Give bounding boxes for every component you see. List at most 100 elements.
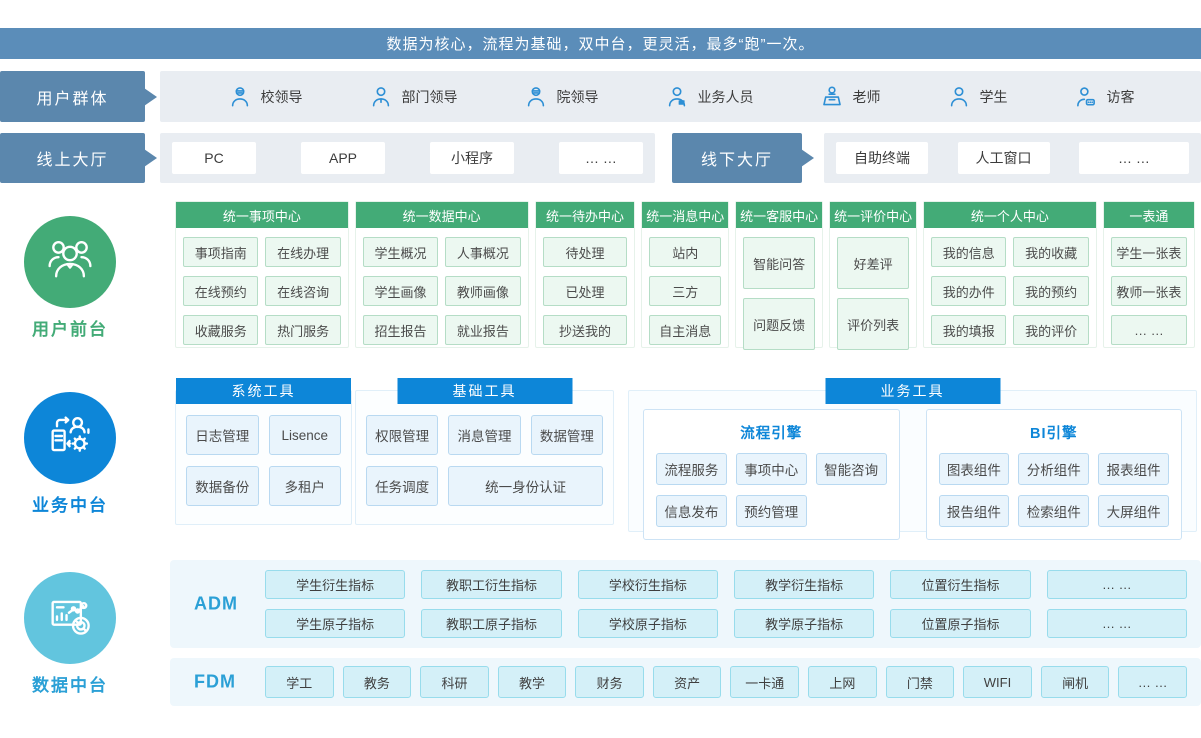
frontend-cell: 站内 [649, 237, 721, 267]
basic-tools-title: 基础工具 [397, 378, 572, 404]
frontend-cell: 学生画像 [363, 276, 438, 306]
adm-cell: 学生原子指标 [265, 609, 405, 638]
frontend-card-title: 一表通 [1104, 202, 1194, 228]
school-leader-icon [227, 84, 253, 110]
online-hall-panel: PCAPP小程序… … [160, 133, 655, 183]
banner: 数据为核心，流程为基础，双中台，更灵活，最多“跑”一次。 [0, 28, 1201, 59]
frontend-card-title: 统一待办中心 [536, 202, 635, 228]
tool-cell: 多租户 [269, 466, 342, 506]
frontend-card-body: 待处理已处理抄送我的 [536, 228, 635, 354]
frontend-card: 统一数据中心学生概况人事概况学生画像教师画像招生报告就业报告 [355, 201, 529, 348]
frontend-cell: 招生报告 [363, 315, 438, 345]
fdm-cell: … … [1118, 666, 1187, 698]
user-group-item: 老师 [819, 84, 881, 110]
hall-box: 自助终端 [836, 142, 928, 174]
user-group-item: 院领导 [523, 84, 599, 110]
user-groups-items: 校领导部门领导院领导业务人员老师学生访客 [160, 71, 1201, 122]
business-section-circle [24, 392, 116, 484]
fdm-label: FDM [194, 672, 236, 693]
basic-tools-panel: 基础工具 权限管理消息管理数据管理任务调度统一身份认证 [355, 390, 614, 525]
engine-cell: 检索组件 [1018, 495, 1089, 527]
fdm-cell: 上网 [808, 666, 877, 698]
data-section-label: 数据中台 [0, 671, 140, 696]
fdm-band: FDM 学工教务科研教学财务资产一卡通上网门禁WIFI闸机… … [170, 658, 1201, 706]
frontend-card-body: 学生概况人事概况学生画像教师画像招生报告就业报告 [356, 228, 528, 354]
fdm-cell: WIFI [963, 666, 1032, 698]
system-tools-grid: 日志管理Lisence数据备份多租户 [176, 391, 351, 518]
fdm-row: 学工教务科研教学财务资产一卡通上网门禁WIFI闸机… … [265, 666, 1187, 698]
adm-cell: 位置原子指标 [890, 609, 1030, 638]
tool-cell: Lisence [269, 415, 342, 455]
hall-box: APP [301, 142, 385, 174]
tool-cell: 数据备份 [186, 466, 259, 506]
frontend-card: 统一消息中心站内三方自主消息 [641, 201, 729, 348]
frontend-card: 统一事项中心事项指南在线办理在线预约在线咨询收藏服务热门服务 [175, 201, 349, 348]
engine-card: 流程引擎流程服务事项中心智能咨询信息发布预约管理 [643, 409, 900, 540]
basic-tools-grid: 权限管理消息管理数据管理任务调度统一身份认证 [356, 391, 613, 518]
frontend-section-circle [24, 216, 116, 308]
online-hall-label-text: 线上大厅 [36, 146, 108, 170]
engine-cell: 大屏组件 [1098, 495, 1169, 527]
frontend-cell: 我的评价 [1013, 315, 1088, 345]
frontend-card-title: 统一事项中心 [176, 202, 348, 228]
adm-label: ADM [194, 594, 238, 615]
adm-cell: 学生衍生指标 [265, 570, 405, 599]
user-group-item: 访客 [1073, 84, 1135, 110]
tool-cell: 统一身份认证 [448, 466, 603, 506]
system-tools-panel: 系统工具 日志管理Lisence数据备份多租户 [175, 390, 352, 525]
user-group-icon [44, 234, 96, 291]
engine-cell: 智能咨询 [816, 453, 887, 485]
engine-cell: 流程服务 [656, 453, 727, 485]
frontend-cell: 在线预约 [183, 276, 258, 306]
adm-cell: 教学衍生指标 [734, 570, 874, 599]
adm-cell: 学校衍生指标 [578, 570, 718, 599]
user-group-label: 老师 [853, 87, 881, 107]
fdm-cell: 教学 [498, 666, 567, 698]
user-group-item: 学生 [946, 84, 1008, 110]
frontend-card-body: 我的信息我的收藏我的办件我的预约我的填报我的评价 [924, 228, 1096, 354]
frontend-cell: 教师一张表 [1111, 276, 1187, 306]
frontend-cell: 就业报告 [445, 315, 520, 345]
frontend-cell: 评价列表 [837, 298, 909, 350]
frontend-section-label: 用户前台 [0, 315, 140, 340]
department-leader-icon [368, 84, 394, 110]
hall-box: … … [559, 142, 643, 174]
engine-cell: 报告组件 [939, 495, 1010, 527]
college-leader-icon [523, 84, 549, 110]
frontend-cell: 已处理 [543, 276, 628, 306]
frontend-cell: 待处理 [543, 237, 628, 267]
chart-board-icon [44, 590, 96, 647]
adm-cell: 教职工原子指标 [421, 609, 561, 638]
hall-box: … … [1079, 142, 1189, 174]
fdm-cell: 一卡通 [730, 666, 799, 698]
online-hall-label: 线上大厅 [0, 133, 145, 183]
fdm-cell: 教务 [343, 666, 412, 698]
user-group-label: 部门领导 [402, 87, 458, 107]
frontend-cell: 学生概况 [363, 237, 438, 267]
engine-cell: 预约管理 [736, 495, 807, 527]
fdm-cell: 科研 [420, 666, 489, 698]
frontend-cell: 教师画像 [445, 276, 520, 306]
frontend-cell: 事项指南 [183, 237, 258, 267]
frontend-cell: 在线办理 [265, 237, 340, 267]
fdm-cell: 门禁 [886, 666, 955, 698]
engine-card: BI引擎图表组件分析组件报表组件报告组件检索组件大屏组件 [926, 409, 1183, 540]
user-group-item: 校领导 [227, 84, 303, 110]
data-section-circle [24, 572, 116, 664]
adm-cell: 教学原子指标 [734, 609, 874, 638]
frontend-card: 统一待办中心待处理已处理抄送我的 [535, 201, 636, 348]
frontend-cell: 我的填报 [931, 315, 1006, 345]
business-tools-panel: 业务工具 流程引擎流程服务事项中心智能咨询信息发布预约管理BI引擎图表组件分析组… [628, 390, 1197, 532]
frontend-card: 一表通学生一张表教师一张表… … [1103, 201, 1195, 348]
tool-cell: 日志管理 [186, 415, 259, 455]
frontend-card-body: 事项指南在线办理在线预约在线咨询收藏服务热门服务 [176, 228, 348, 354]
frontend-card: 统一客服中心智能问答问题反馈 [735, 201, 823, 348]
offline-hall-boxes: 自助终端人工窗口… … [824, 133, 1201, 183]
adm-band: ADM 学生衍生指标教职工衍生指标学校衍生指标教学衍生指标位置衍生指标… …学生… [170, 560, 1201, 648]
adm-row: 学生衍生指标教职工衍生指标学校衍生指标教学衍生指标位置衍生指标… … [265, 570, 1187, 599]
frontend-cell: 问题反馈 [743, 298, 815, 350]
process-gear-icon [44, 410, 96, 467]
frontend-cell: 我的收藏 [1013, 237, 1088, 267]
frontend-cell: 三方 [649, 276, 721, 306]
user-group-item: 部门领导 [368, 84, 458, 110]
